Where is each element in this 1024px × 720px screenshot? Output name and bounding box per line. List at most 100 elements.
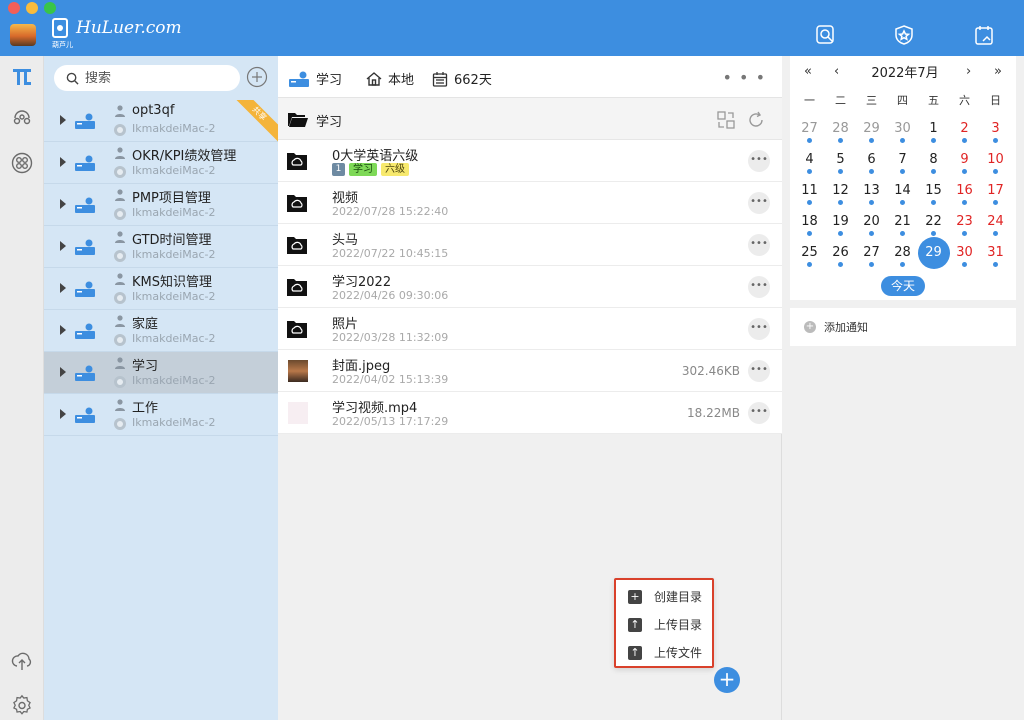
upload-file-item[interactable]: ↑ 上传文件	[628, 644, 702, 661]
calendar-day[interactable]: 4	[794, 152, 825, 167]
calendar-day[interactable]: 24	[980, 214, 1011, 229]
shield-star-icon[interactable]	[893, 24, 915, 46]
calendar-day[interactable]: 25	[794, 245, 825, 260]
switch-view-icon[interactable]	[716, 110, 736, 130]
expand-arrow-icon[interactable]	[60, 199, 66, 209]
calendar-day[interactable]: 14	[887, 183, 918, 198]
calendar-day[interactable]: 26	[825, 245, 856, 260]
next-year-button[interactable]: »	[994, 64, 1002, 79]
add-drive-icon[interactable]	[246, 66, 268, 88]
settings-gear-icon[interactable]	[11, 694, 33, 716]
refresh-icon[interactable]	[746, 110, 766, 130]
calendar-day[interactable]: 27	[794, 121, 825, 136]
calendar-day[interactable]: 7	[887, 152, 918, 167]
calendar-day[interactable]: 20	[856, 214, 887, 229]
create-directory-item[interactable]: + 创建目录	[628, 588, 702, 605]
calendar-icon[interactable]	[973, 24, 995, 46]
file-row[interactable]: 0大学英语六级 1 学习 六级 •••	[278, 140, 782, 182]
calendar-day[interactable]: 22	[918, 214, 949, 229]
file-tag[interactable]: 学习	[349, 163, 377, 176]
file-row[interactable]: 封面.jpeg 2022/04/02 15:13:39 302.46KB •••	[278, 350, 782, 392]
row-more-button[interactable]: •••	[748, 276, 770, 298]
calendar-day[interactable]: 31	[980, 245, 1011, 260]
drive-item[interactable]: OKR/KPI绩效管理 IkmakdeiMac-2	[44, 142, 278, 184]
row-more-button[interactable]: •••	[748, 192, 770, 214]
calendar-day[interactable]: 13	[856, 183, 887, 198]
calendar-day[interactable]: 8	[918, 152, 949, 167]
calendar-day[interactable]: 3	[980, 121, 1011, 136]
file-row[interactable]: 学习视频.mp4 2022/05/13 17:17:29 18.22MB •••	[278, 392, 782, 434]
more-options-button[interactable]: • • •	[723, 68, 766, 87]
calendar-day[interactable]: 2	[949, 121, 980, 136]
drive-item[interactable]: opt3qf IkmakdeiMac-2 共享	[44, 100, 278, 144]
expand-arrow-icon[interactable]	[60, 157, 66, 167]
next-month-button[interactable]: ›	[966, 64, 971, 79]
search-input[interactable]	[85, 70, 225, 86]
drive-item[interactable]: 家庭 IkmakdeiMac-2	[44, 310, 278, 352]
calendar-day[interactable]: 30	[887, 121, 918, 136]
drives-icon[interactable]	[11, 66, 33, 88]
file-row[interactable]: 照片 2022/03/28 11:32:09 •••	[278, 308, 782, 350]
minimize-window-button[interactable]	[26, 2, 38, 14]
today-button[interactable]: 今天	[881, 276, 925, 296]
calendar-day[interactable]: 18	[794, 214, 825, 229]
drive-item[interactable]: PMP项目管理 IkmakdeiMac-2	[44, 184, 278, 226]
calendar-day[interactable]: 28	[887, 245, 918, 260]
prev-month-button[interactable]: ‹	[834, 64, 839, 79]
calendar-day[interactable]: 9	[949, 152, 980, 167]
calendar-day[interactable]: 19	[825, 214, 856, 229]
add-notification-button[interactable]: + 添加通知	[790, 308, 1016, 346]
calendar-day[interactable]: 30	[949, 245, 980, 260]
calendar-day[interactable]: 17	[980, 183, 1011, 198]
calendar-day[interactable]: 5	[825, 152, 856, 167]
calendar-day[interactable]: 29	[918, 245, 949, 260]
event-dot	[962, 262, 967, 267]
add-button[interactable]: +	[714, 667, 740, 693]
drive-item[interactable]: KMS知识管理 IkmakdeiMac-2	[44, 268, 278, 310]
calendar-day[interactable]: 10	[980, 152, 1011, 167]
calendar-day[interactable]: 1	[918, 121, 949, 136]
close-window-button[interactable]	[8, 2, 20, 14]
calendar-day[interactable]: 15	[918, 183, 949, 198]
search-box[interactable]	[54, 65, 240, 91]
calendar-day[interactable]: 12	[825, 183, 856, 198]
calendar-day[interactable]: 21	[887, 214, 918, 229]
expand-arrow-icon[interactable]	[60, 409, 66, 419]
row-more-button[interactable]: •••	[748, 234, 770, 256]
device-icon	[114, 376, 126, 388]
file-row[interactable]: 头马 2022/07/22 10:45:15 •••	[278, 224, 782, 266]
breadcrumb-drive[interactable]: 学习	[288, 69, 342, 88]
calendar-day[interactable]: 16	[949, 183, 980, 198]
row-more-button[interactable]: •••	[748, 360, 770, 382]
calendar-day[interactable]: 29	[856, 121, 887, 136]
expand-arrow-icon[interactable]	[60, 367, 66, 377]
expand-arrow-icon[interactable]	[60, 115, 66, 125]
row-more-button[interactable]: •••	[748, 150, 770, 172]
row-more-button[interactable]: •••	[748, 318, 770, 340]
cloud-upload-icon[interactable]	[11, 650, 33, 672]
calendar-day[interactable]: 28	[825, 121, 856, 136]
expand-arrow-icon[interactable]	[60, 241, 66, 251]
expand-arrow-icon[interactable]	[60, 283, 66, 293]
apps-icon[interactable]	[11, 152, 33, 174]
user-avatar[interactable]	[10, 24, 36, 46]
file-row[interactable]: 学习2022 2022/04/26 09:30:06 •••	[278, 266, 782, 308]
zoom-window-button[interactable]	[44, 2, 56, 14]
calendar-day[interactable]: 27	[856, 245, 887, 260]
calendar-day[interactable]: 6	[856, 152, 887, 167]
breadcrumb-location[interactable]: 本地	[366, 69, 414, 88]
row-more-button[interactable]: •••	[748, 402, 770, 424]
event-dot	[993, 200, 998, 205]
calendar-day[interactable]: 23	[949, 214, 980, 229]
upload-directory-item[interactable]: ↑ 上传目录	[628, 616, 702, 633]
prev-year-button[interactable]: «	[804, 64, 812, 79]
expand-arrow-icon[interactable]	[60, 325, 66, 335]
drive-item[interactable]: 工作 IkmakdeiMac-2	[44, 394, 278, 436]
drive-item[interactable]: GTD时间管理 IkmakdeiMac-2	[44, 226, 278, 268]
drive-item[interactable]: 学习 IkmakdeiMac-2	[44, 352, 278, 394]
search-disk-icon[interactable]	[815, 24, 837, 46]
file-row[interactable]: 视频 2022/07/28 15:22:40 •••	[278, 182, 782, 224]
calendar-day[interactable]: 11	[794, 183, 825, 198]
hub-icon[interactable]	[11, 106, 33, 128]
file-tag[interactable]: 六级	[381, 163, 409, 176]
